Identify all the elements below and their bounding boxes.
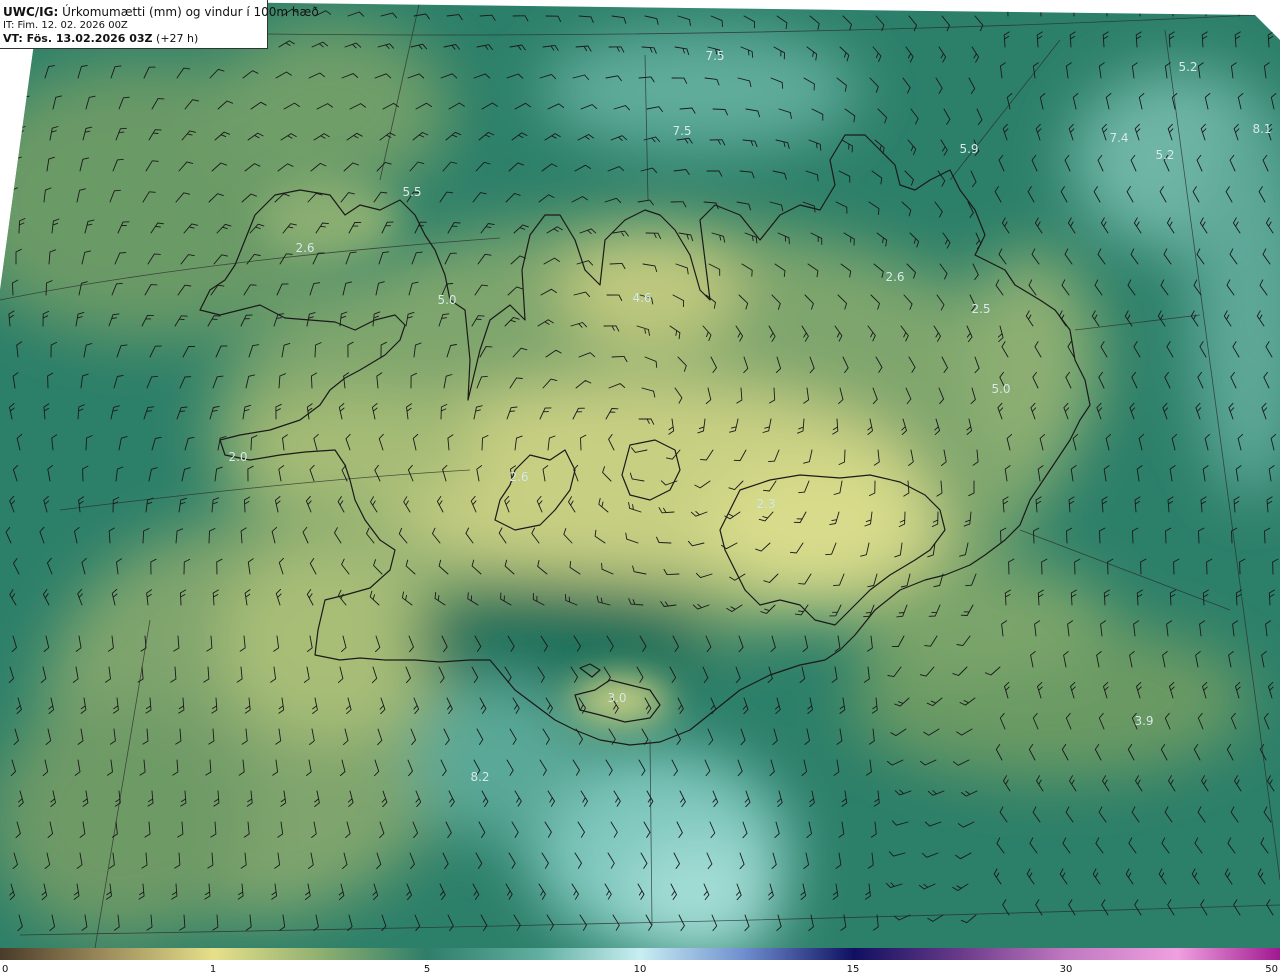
value-label: 5.0 xyxy=(991,382,1011,396)
value-label: 5.9 xyxy=(959,142,979,156)
colorbar: 0 1 5 10 15 30 50 xyxy=(0,948,1280,978)
colorbar-tick: 5 xyxy=(423,964,431,975)
lead-time: (+27 h) xyxy=(156,32,199,45)
value-label: 7.4 xyxy=(1109,131,1129,145)
value-label: 8.1 xyxy=(1252,122,1272,136)
value-label: 2.6 xyxy=(509,470,529,484)
value-label: 3.0 xyxy=(607,691,627,705)
value-label: 7.5 xyxy=(705,49,725,63)
value-label: 5.0 xyxy=(437,293,457,307)
value-label: 2.6 xyxy=(295,241,315,255)
value-label: 2.3 xyxy=(756,497,776,511)
value-label: 2.0 xyxy=(228,450,248,464)
value-label: 7.5 xyxy=(672,124,692,138)
init-time: IT: Fim. 12. 02. 2026 00Z xyxy=(3,20,128,31)
colorbar-tick: 50 xyxy=(1265,964,1278,975)
map-header: UWC/IG: Úrkomumætti (mm) og vindur í 100… xyxy=(0,0,319,49)
colorbar-tick: 10 xyxy=(633,964,647,975)
model-code: UWC/IG: xyxy=(3,5,59,19)
colorbar-tick: 15 xyxy=(846,964,860,975)
value-label: 2.5 xyxy=(971,302,991,316)
map-stage: UWC/IG: Úrkomumætti (mm) og vindur í 100… xyxy=(0,0,1280,978)
colorbar-tick: 1 xyxy=(209,964,217,975)
colorbar-tick: 30 xyxy=(1059,964,1073,975)
value-label: 8.2 xyxy=(470,770,490,784)
value-label: 3.9 xyxy=(1134,714,1154,728)
value-label: 5.2 xyxy=(1155,148,1175,162)
value-label: 5.2 xyxy=(1178,60,1198,74)
value-label: 4.6 xyxy=(632,291,652,305)
forecast-map xyxy=(0,0,1280,948)
colorbar-tick: 0 xyxy=(2,964,9,975)
map-title: Úrkomumætti (mm) og vindur í 100m hæð xyxy=(62,5,319,19)
colorbar-strip xyxy=(0,948,1280,960)
value-label: 5.5 xyxy=(402,185,422,199)
value-label: 2.6 xyxy=(885,270,905,284)
valid-time: VT: Fös. 13.02.2026 03Z xyxy=(3,32,153,45)
